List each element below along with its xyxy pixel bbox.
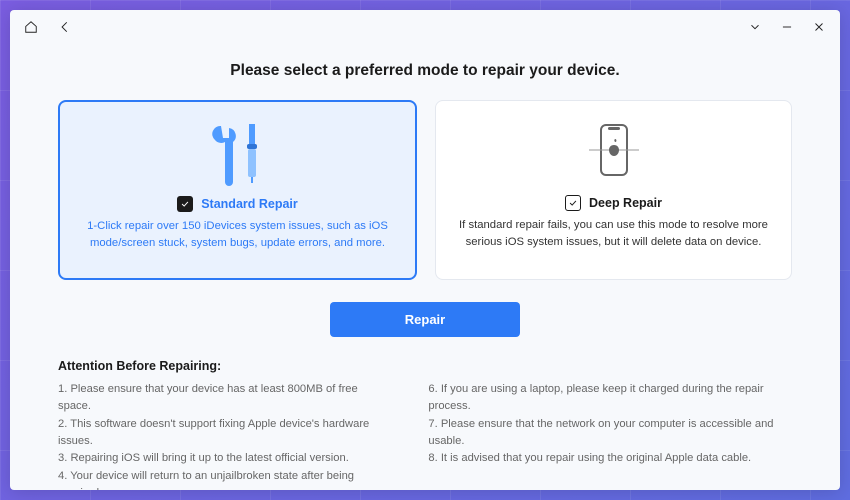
deep-repair-icon — [583, 115, 645, 189]
attention-item: 8. It is advised that you repair using t… — [428, 450, 792, 467]
close-button[interactable] — [804, 14, 834, 40]
repair-button[interactable]: Repair — [330, 302, 520, 337]
mode-card-deep[interactable]: Deep Repair If standard repair fails, yo… — [435, 100, 792, 280]
attention-section: Attention Before Repairing: 1. Please en… — [58, 359, 792, 490]
standard-repair-title: Standard Repair — [201, 197, 298, 211]
deep-repair-title: Deep Repair — [589, 196, 662, 210]
attention-heading: Attention Before Repairing: — [58, 359, 792, 373]
standard-repair-icon — [207, 116, 269, 190]
content-area: Please select a preferred mode to repair… — [10, 44, 840, 490]
attention-list-left: 1. Please ensure that your device has at… — [58, 381, 388, 490]
minimize-button[interactable] — [772, 14, 802, 40]
deep-repair-checkbox[interactable] — [565, 195, 581, 211]
home-button[interactable] — [16, 14, 46, 40]
attention-item: 2. This software doesn't support fixing … — [58, 416, 388, 451]
back-button[interactable] — [50, 14, 80, 40]
attention-item: 4. Your device will return to an unjailb… — [58, 468, 388, 490]
app-window: Please select a preferred mode to repair… — [10, 10, 840, 490]
standard-repair-header: Standard Repair — [177, 196, 298, 212]
attention-item: 6. If you are using a laptop, please kee… — [428, 381, 792, 416]
deep-repair-header: Deep Repair — [565, 195, 662, 211]
dropdown-button[interactable] — [740, 14, 770, 40]
page-title: Please select a preferred mode to repair… — [58, 62, 792, 80]
mode-card-standard[interactable]: Standard Repair 1-Click repair over 150 … — [58, 100, 417, 280]
attention-list-right: 6. If you are using a laptop, please kee… — [428, 381, 792, 490]
attention-item: 7. Please ensure that the network on you… — [428, 416, 792, 451]
standard-repair-checkbox[interactable] — [177, 196, 193, 212]
attention-item: 1. Please ensure that your device has at… — [58, 381, 388, 416]
titlebar — [10, 10, 840, 44]
attention-item: 3. Repairing iOS will bring it up to the… — [58, 450, 388, 467]
deep-repair-desc: If standard repair fails, you can use th… — [458, 217, 769, 251]
standard-repair-desc: 1-Click repair over 150 iDevices system … — [82, 218, 393, 252]
mode-cards: Standard Repair 1-Click repair over 150 … — [58, 100, 792, 280]
